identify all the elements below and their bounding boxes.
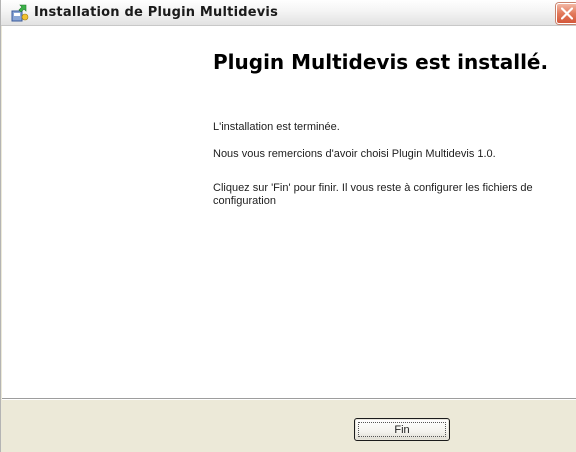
close-button[interactable] <box>556 3 576 24</box>
window-title: Installation de Plugin Multidevis <box>34 5 279 20</box>
side-panel <box>2 26 199 398</box>
installer-icon <box>11 4 29 22</box>
thank-you-message: Nous vous remercions d'avoir choisi Plug… <box>213 148 496 160</box>
instruction-message: Cliquez sur 'Fin' pour finir. Il vous re… <box>213 182 533 207</box>
installer-window: Installation de Plugin Multidevis Plugin… <box>0 0 576 452</box>
close-icon <box>561 7 573 20</box>
content-panel <box>199 26 576 398</box>
finish-button[interactable]: Fin <box>354 418 450 441</box>
finish-button-label: Fin <box>394 423 410 436</box>
completion-message: L'installation est terminée. <box>213 121 340 133</box>
button-bar <box>2 400 576 452</box>
title-bar[interactable]: Installation de Plugin Multidevis <box>1 0 576 26</box>
page-title: Plugin Multidevis est installé. <box>213 50 549 74</box>
